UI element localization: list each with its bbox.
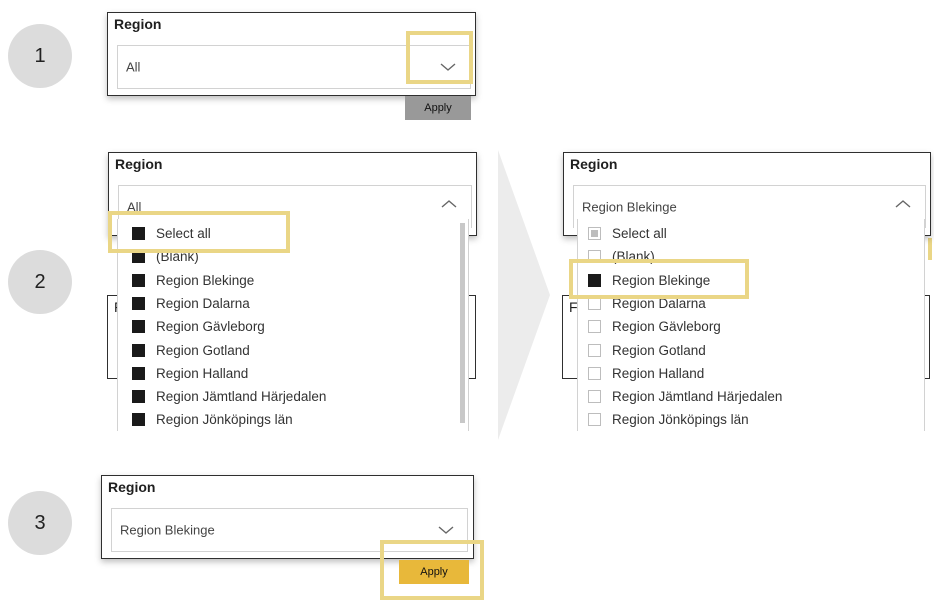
list-item[interactable]: Region Jönköpings län	[588, 408, 749, 431]
list-item-label: Region Dalarna	[156, 295, 250, 311]
list-item[interactable]: Region Gävleborg	[132, 315, 265, 338]
checkbox[interactable]	[132, 343, 145, 357]
list-item-label: Region Jämtland Härjedalen	[612, 389, 783, 405]
list-item[interactable]: Region Halland	[588, 362, 704, 385]
list-item[interactable]: Region Gotland	[132, 339, 250, 362]
list-item-label: Region Gävleborg	[612, 319, 721, 335]
chevron-down-icon[interactable]	[437, 524, 455, 536]
dropdown-value: All	[126, 59, 141, 75]
list-item-label: Region Gävleborg	[156, 319, 265, 335]
step-3-number: 3	[34, 511, 46, 534]
highlight-select-all	[108, 211, 290, 253]
list-item[interactable]: Region Jämtland Härjedalen	[132, 385, 326, 408]
checkbox[interactable]	[132, 413, 145, 427]
list-item[interactable]: Region Jämtland Härjedalen	[588, 385, 782, 408]
chevron-up-icon[interactable]	[894, 198, 912, 210]
checkbox[interactable]	[588, 343, 601, 357]
checkbox[interactable]	[588, 413, 601, 427]
checkbox[interactable]	[132, 296, 145, 310]
chevron-up-icon[interactable]	[440, 198, 458, 210]
list-item-label: Region Gotland	[156, 342, 250, 358]
dropdown-list-right: Select all (Blank) Region Blekinge Region D…	[577, 219, 925, 431]
list-item[interactable]: Region Blekinge	[132, 269, 254, 292]
slicer-title: Region	[108, 479, 156, 495]
list-item[interactable]: Select all	[588, 222, 667, 245]
highlight-apply-step3	[380, 540, 484, 600]
list-item[interactable]: Region Gävleborg	[588, 315, 721, 338]
slicer-title: Region	[114, 16, 162, 32]
list-item-label: Region Jönköpings län	[156, 412, 293, 428]
list-item[interactable]: Region Jönköpings län	[132, 408, 293, 431]
step-2-number: 2	[34, 270, 46, 293]
checkbox[interactable]	[132, 366, 145, 380]
highlight-chevron-step1	[406, 31, 473, 84]
list-item-label: Region Halland	[156, 365, 249, 381]
list-item-label: Region Halland	[612, 365, 705, 381]
highlight-region-blekinge	[569, 259, 749, 299]
checkbox[interactable]	[588, 390, 601, 404]
checkbox[interactable]	[132, 320, 145, 334]
slicer-title: Region	[115, 156, 163, 172]
list-item[interactable]: Region Halland	[132, 362, 248, 385]
checkbox[interactable]	[588, 227, 601, 240]
slicer-title: Region	[570, 156, 618, 172]
step-1-number: 1	[34, 44, 46, 67]
list-item-label: Region Blekinge	[156, 272, 255, 288]
checkbox[interactable]	[132, 390, 145, 404]
highlight-edge	[928, 238, 932, 260]
list-item-label: Select all	[612, 226, 667, 241]
apply-label: Apply	[424, 102, 452, 114]
dropdown-value: Region Blekinge	[120, 522, 215, 538]
scrollbar[interactable]	[460, 223, 465, 423]
apply-button-step1[interactable]: Apply	[405, 96, 471, 120]
checkbox[interactable]	[588, 366, 601, 380]
list-item[interactable]: Region Dalarna	[132, 292, 250, 315]
arrow-separator-icon	[498, 150, 550, 440]
list-item-label: Region Gotland	[612, 342, 706, 358]
list-item[interactable]: Region Gotland	[588, 339, 706, 362]
checkbox[interactable]	[132, 273, 145, 287]
step-1-badge: 1	[8, 24, 72, 88]
list-item-label: Region Jämtland Härjedalen	[156, 389, 327, 405]
checkbox[interactable]	[588, 320, 601, 334]
step-2-badge: 2	[8, 250, 72, 314]
dropdown-value: Region Blekinge	[582, 199, 677, 215]
list-item-label: Region Jönköpings län	[612, 412, 749, 428]
step-3-badge: 3	[8, 491, 72, 555]
